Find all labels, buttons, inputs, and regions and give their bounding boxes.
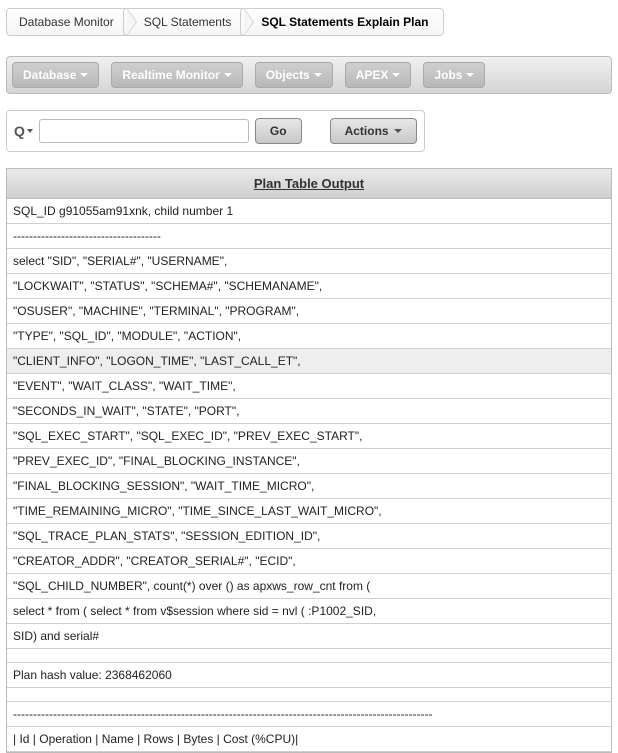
search-icon: Q <box>14 123 25 139</box>
plan-output-row: SQL_ID g91055am91xnk, child number 1 <box>7 199 611 224</box>
actions-button[interactable]: Actions <box>330 118 417 144</box>
menu-database[interactable]: Database <box>12 62 99 88</box>
search-column-selector[interactable]: Q <box>14 123 33 139</box>
plan-output-row: Plan hash value: 2368462060 <box>7 663 611 688</box>
button-label: Go <box>270 124 287 138</box>
plan-output-row: "SQL_EXEC_START", "SQL_EXEC_ID", "PREV_E… <box>7 424 611 449</box>
breadcrumb-label: SQL Statements Explain Plan <box>261 15 428 29</box>
chevron-down-icon <box>224 73 232 77</box>
chevron-down-icon <box>27 129 33 133</box>
chevron-down-icon <box>392 73 400 77</box>
breadcrumb-item-db-monitor[interactable]: Database Monitor <box>6 8 129 36</box>
chevron-down-icon <box>466 73 474 77</box>
menu-jobs[interactable]: Jobs <box>423 62 485 88</box>
plan-output-row: ----------------------------------------… <box>7 702 611 727</box>
plan-output-row: "CREATOR_ADDR", "CREATOR_SERIAL#", "ECID… <box>7 549 611 574</box>
plan-output-row: ------------------------------------- <box>7 224 611 249</box>
plan-output-row: "CLIENT_INFO", "LOGON_TIME", "LAST_CALL_… <box>7 349 611 374</box>
search-input[interactable] <box>39 119 249 143</box>
menu-objects[interactable]: Objects <box>255 62 333 88</box>
plan-output-row: "EVENT", "WAIT_CLASS", "WAIT_TIME", <box>7 374 611 399</box>
breadcrumb-label: Database Monitor <box>19 15 114 29</box>
plan-table-header-label: Plan Table Output <box>254 176 364 191</box>
chevron-down-icon <box>394 129 402 133</box>
plan-output-row: "SQL_TRACE_PLAN_STATS", "SESSION_EDITION… <box>7 524 611 549</box>
breadcrumb-label: SQL Statements <box>144 15 232 29</box>
menu-realtime-monitor[interactable]: Realtime Monitor <box>111 62 242 88</box>
plan-output-row: "FINAL_BLOCKING_SESSION", "WAIT_TIME_MIC… <box>7 474 611 499</box>
menu-label: Realtime Monitor <box>122 68 219 82</box>
breadcrumb: Database Monitor SQL Statements SQL Stat… <box>0 0 618 44</box>
menu-label: Objects <box>266 68 310 82</box>
plan-output-row: "SQL_CHILD_NUMBER", count(*) over () as … <box>7 574 611 599</box>
breadcrumb-item-sql-statements[interactable]: SQL Statements <box>123 8 247 36</box>
chevron-down-icon <box>80 73 88 77</box>
plan-output-row: SID) and serial# <box>7 624 611 649</box>
plan-output-row: "LOCKWAIT", "STATUS", "SCHEMA#", "SCHEMA… <box>7 274 611 299</box>
menu-label: APEX <box>356 68 389 82</box>
plan-table: Plan Table Output SQL_ID g91055am91xnk, … <box>6 168 612 753</box>
plan-output-row <box>7 688 611 702</box>
plan-output-row: select * from ( select * from v$session … <box>7 599 611 624</box>
search-toolbar: Q Go Actions <box>6 110 425 152</box>
menu-apex[interactable]: APEX <box>345 62 412 88</box>
menu-label: Database <box>23 68 76 82</box>
plan-table-header[interactable]: Plan Table Output <box>7 169 611 199</box>
chevron-down-icon <box>314 73 322 77</box>
button-label: Actions <box>345 124 389 138</box>
plan-output-row: | Id | Operation | Name | Rows | Bytes |… <box>7 727 611 752</box>
go-button[interactable]: Go <box>255 118 302 144</box>
plan-output-row <box>7 649 611 663</box>
plan-output-row: "SECONDS_IN_WAIT", "STATE", "PORT", <box>7 399 611 424</box>
plan-output-row: "TIME_REMAINING_MICRO", "TIME_SINCE_LAST… <box>7 499 611 524</box>
breadcrumb-item-explain-plan[interactable]: SQL Statements Explain Plan <box>240 8 443 36</box>
menu-label: Jobs <box>434 68 462 82</box>
plan-output-row: select "SID", "SERIAL#", "USERNAME", <box>7 249 611 274</box>
menu-bar: Database Realtime Monitor Objects APEX J… <box>6 56 612 94</box>
plan-output-row: "OSUSER", "MACHINE", "TERMINAL", "PROGRA… <box>7 299 611 324</box>
plan-output-row: "TYPE", "SQL_ID", "MODULE", "ACTION", <box>7 324 611 349</box>
plan-output-row: "PREV_EXEC_ID", "FINAL_BLOCKING_INSTANCE… <box>7 449 611 474</box>
